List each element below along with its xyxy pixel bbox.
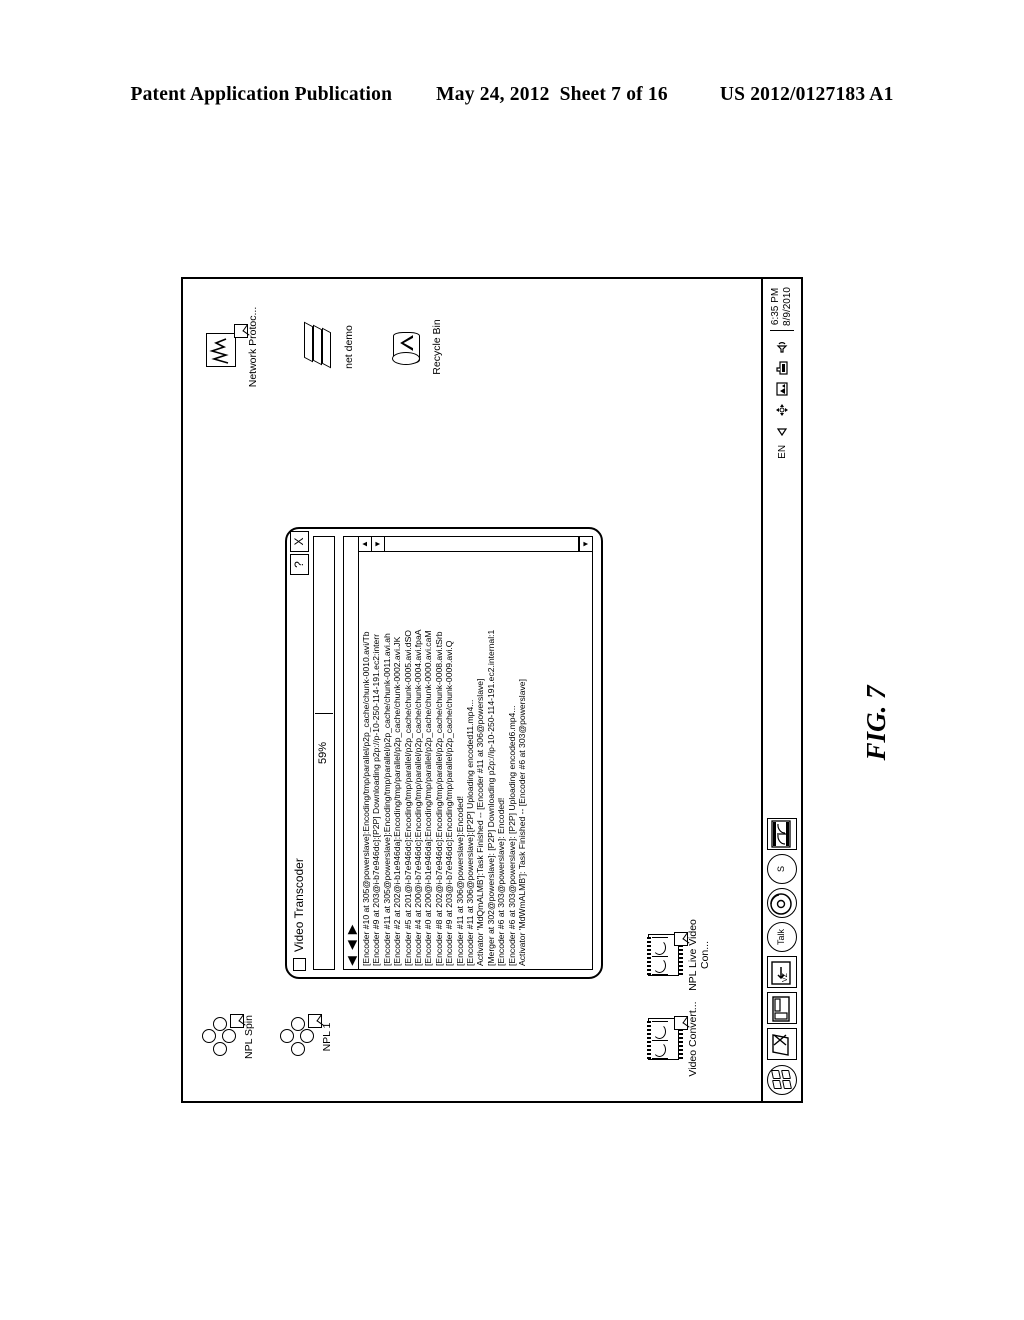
clock-date: 8/9/2010 bbox=[782, 287, 793, 326]
window-title: Video Transcoder bbox=[292, 858, 306, 952]
screenshot-frame: NPL Spin NPL 1 Video Convert... NPL Live… bbox=[181, 277, 803, 1103]
taskbar: VZ Talk S EN 6:35 PM 8/9/2010 bbox=[761, 279, 801, 1101]
cluster-shortcut-icon bbox=[279, 1014, 322, 1058]
desktop-screenshot: NPL Spin NPL 1 Video Convert... NPL Live… bbox=[181, 277, 803, 1103]
clock-time: 6:35 PM bbox=[770, 287, 781, 326]
log-line: [Encoder #8 at 202@i-b7e946dc]:Encoding/… bbox=[433, 631, 444, 966]
shortcut-badge-icon bbox=[308, 1014, 322, 1028]
cluster-shortcut-icon bbox=[201, 1014, 244, 1058]
log-pane: ◄ ◄ ► [Encoder #10 at 305@powerslave]:En… bbox=[343, 536, 593, 970]
volume-icon[interactable] bbox=[775, 340, 789, 354]
log-line: [Encoder #11 at 306@powerslave]:[P2P] Up… bbox=[465, 699, 476, 966]
log-line: [Encoder #5 at 201@i-b7e946dc]:Encoding/… bbox=[402, 630, 413, 966]
window-titlebar[interactable]: Video Transcoder ? X bbox=[287, 529, 311, 977]
waveform-glyph bbox=[209, 338, 229, 364]
waveform-shortcut-icon bbox=[205, 324, 248, 368]
window-content: 59% ◄ ◄ ► [Encoder #10 at 305@powerslave… bbox=[313, 536, 593, 970]
patent-publication-label: Patent Application Publication bbox=[130, 84, 393, 105]
log-line: [Encoder #2 at 202@i-b1e946da]:Encoding/… bbox=[392, 636, 403, 966]
shortcut-badge-icon bbox=[230, 1014, 244, 1028]
close-button[interactable]: X bbox=[289, 531, 309, 552]
help-button[interactable]: ? bbox=[289, 554, 309, 575]
log-line-list[interactable]: [Encoder #10 at 305@powerslave]:Encoding… bbox=[359, 552, 592, 969]
desktop-icon-net-demo[interactable]: net demo bbox=[301, 305, 356, 389]
show-hidden-arrow-icon[interactable] bbox=[775, 424, 789, 438]
shortcut-badge-icon bbox=[674, 932, 688, 946]
desktop-icon-npl-spin[interactable]: NPL Spin bbox=[201, 995, 256, 1079]
hand-security-icon[interactable] bbox=[775, 361, 789, 375]
film-strip-icon[interactable] bbox=[767, 818, 797, 850]
scroll-down-arrow-top-icon[interactable]: ▼ bbox=[372, 537, 385, 551]
log-line: [Encoder #9 at 203@i-b7e946dc]:[P2P] Dow… bbox=[371, 633, 382, 966]
network-move-icon[interactable] bbox=[775, 403, 789, 417]
recycle-bin-icon bbox=[389, 326, 429, 368]
log-line: [Encoder #10 at 305@powerslave]:Encoding… bbox=[361, 631, 371, 966]
desktop-icon-label: Video Convert... bbox=[687, 1001, 699, 1077]
clock[interactable]: 6:35 PM 8/9/2010 bbox=[770, 287, 794, 331]
start-orb-icon[interactable] bbox=[767, 1065, 797, 1095]
progress-percent-label: 59% bbox=[317, 741, 329, 765]
scroll-up-arrow-icon[interactable]: ▲ bbox=[359, 537, 372, 551]
film-strip-shortcut-icon bbox=[645, 1016, 688, 1060]
log-line: [Encoder #0 at 200@i-b1e946da]:Encoding/… bbox=[423, 630, 434, 966]
transcode-progress-bar: 59% bbox=[313, 536, 335, 970]
desktop-icon-label: NPL Spin bbox=[243, 1015, 255, 1059]
desktop-icon-recycle-bin[interactable]: Recycle Bin bbox=[389, 305, 444, 389]
svg-text:VZ: VZ bbox=[782, 972, 789, 982]
stacked-papers-icon bbox=[301, 321, 341, 369]
talk-label: Talk bbox=[776, 929, 786, 946]
display-image-icon[interactable] bbox=[775, 382, 789, 396]
app-icon bbox=[292, 958, 306, 971]
patent-figure-page: Patent Application Publication May 24, 2… bbox=[0, 0, 1024, 1320]
log-line: [Merger at 302@powerslave]: [P2P] Downlo… bbox=[485, 629, 496, 966]
desktop-icon-label: net demo bbox=[343, 325, 355, 369]
desktop-icon-network-protocol[interactable]: Network Protoc... bbox=[205, 305, 260, 389]
patent-sheet: Sheet 7 of 16 bbox=[559, 84, 668, 105]
film-strip-shortcut-icon bbox=[645, 932, 688, 976]
shortcut-badge-icon bbox=[234, 324, 248, 338]
tray-language-label[interactable]: EN bbox=[777, 445, 788, 459]
patent-date: May 24, 2012 bbox=[436, 84, 550, 105]
skype-label: S bbox=[776, 866, 786, 873]
vz-arrow-icon[interactable]: VZ bbox=[767, 956, 797, 988]
log-line: [Encoder #6 at 303@powerslave]: Encoded! bbox=[496, 797, 507, 966]
talk-bubble-icon[interactable]: Talk bbox=[767, 922, 797, 952]
desktop-icon-npl-live-video[interactable]: NPL Live Video Con... bbox=[645, 913, 711, 997]
scroll-thumb-vertical[interactable] bbox=[545, 537, 579, 551]
desktop-icon-label: NPL Live Video Con... bbox=[687, 919, 711, 991]
desktop-page-icon[interactable] bbox=[767, 1028, 797, 1060]
patent-number: US 2012/0127183 A1 bbox=[719, 84, 894, 105]
figure-caption: FIG. 7 bbox=[860, 685, 891, 761]
log-line: [Encoder #9 at 203@i-b7e946dc]:Encoding/… bbox=[444, 640, 455, 966]
log-line: [Encoder #4 at 200@i-b7e946dc]:Encoding/… bbox=[413, 629, 424, 966]
log-line: Activator 'MdWmALMB']: Task Finished -- … bbox=[517, 679, 528, 966]
log-line: Activator 'MdQmALMB']:Task Finished -- [… bbox=[475, 678, 486, 966]
desktop-surface: NPL Spin NPL 1 Video Convert... NPL Live… bbox=[183, 279, 761, 1101]
window-panes-icon[interactable] bbox=[767, 992, 797, 1024]
desktop-icon-npl-1[interactable]: NPL 1 bbox=[279, 995, 334, 1079]
scroll-down-arrow-icon[interactable]: ▼ bbox=[579, 537, 592, 551]
log-horizontal-scrollbar-top[interactable]: ◄ ◄ ► bbox=[344, 537, 361, 969]
log-line: [Encoder #11 at 306@powerslave]:Encoded! bbox=[454, 795, 465, 966]
shortcut-badge-icon bbox=[674, 1016, 688, 1030]
scroll-left-arrow-2-icon[interactable]: ◄ bbox=[344, 937, 361, 953]
desktop-icon-label: Network Protoc... bbox=[247, 306, 259, 388]
scroll-right-arrow-icon[interactable]: ► bbox=[344, 921, 361, 937]
skype-icon[interactable]: S bbox=[767, 854, 797, 884]
log-body: [Encoder #10 at 305@powerslave]:Encoding… bbox=[359, 537, 592, 969]
system-tray: EN 6:35 PM 8/9/2010 bbox=[770, 283, 794, 459]
desktop-icon-label: Recycle Bin bbox=[431, 319, 443, 375]
media-player-icon[interactable] bbox=[767, 888, 797, 918]
window-controls: ? X bbox=[289, 531, 309, 575]
desktop-icon-video-convert[interactable]: Video Convert... bbox=[645, 997, 700, 1081]
log-line: [Encoder #11 at 305@powerslave]:Encoding… bbox=[381, 633, 392, 966]
scroll-track-vertical[interactable] bbox=[385, 537, 545, 551]
patent-header: Patent Application Publication May 24, 2… bbox=[0, 84, 1024, 106]
log-line: [Encoder #6 at 303@powerslave]: [P2P] Up… bbox=[506, 705, 517, 967]
log-vertical-scrollbar[interactable]: ▲ ▼ ▼ bbox=[359, 537, 592, 552]
scroll-left-arrow-icon[interactable]: ◄ bbox=[344, 953, 361, 969]
desktop-icon-label: NPL 1 bbox=[321, 1022, 333, 1052]
video-transcoder-window[interactable]: Video Transcoder ? X 59% ◄ ◄ ► [Encoder … bbox=[285, 527, 603, 979]
